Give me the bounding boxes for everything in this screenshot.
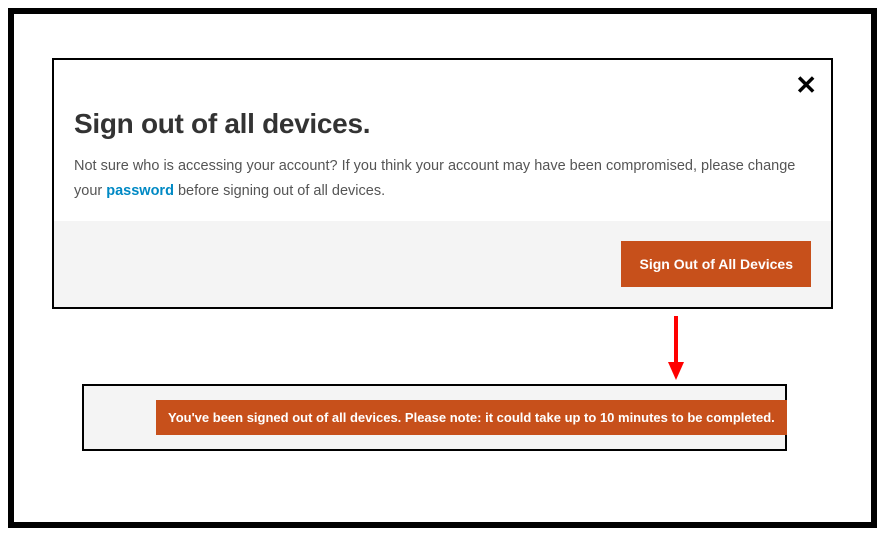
close-icon[interactable]: ✕	[795, 72, 817, 98]
dialog-title: Sign out of all devices.	[74, 108, 811, 140]
dialog-content: ✕ Sign out of all devices. Not sure who …	[54, 60, 831, 221]
signout-dialog: ✕ Sign out of all devices. Not sure who …	[52, 58, 833, 309]
dialog-text-after: before signing out of all devices.	[174, 183, 385, 199]
dialog-footer: Sign Out of All Devices	[54, 221, 831, 307]
dialog-description: Not sure who is accessing your account? …	[74, 154, 811, 203]
outer-frame: ✕ Sign out of all devices. Not sure who …	[8, 8, 877, 528]
arrow-down-icon	[666, 316, 686, 380]
toast-message: You've been signed out of all devices. P…	[156, 400, 787, 435]
toast-container: You've been signed out of all devices. P…	[82, 384, 787, 451]
password-link[interactable]: password	[106, 183, 174, 199]
signout-all-devices-button[interactable]: Sign Out of All Devices	[621, 241, 811, 287]
